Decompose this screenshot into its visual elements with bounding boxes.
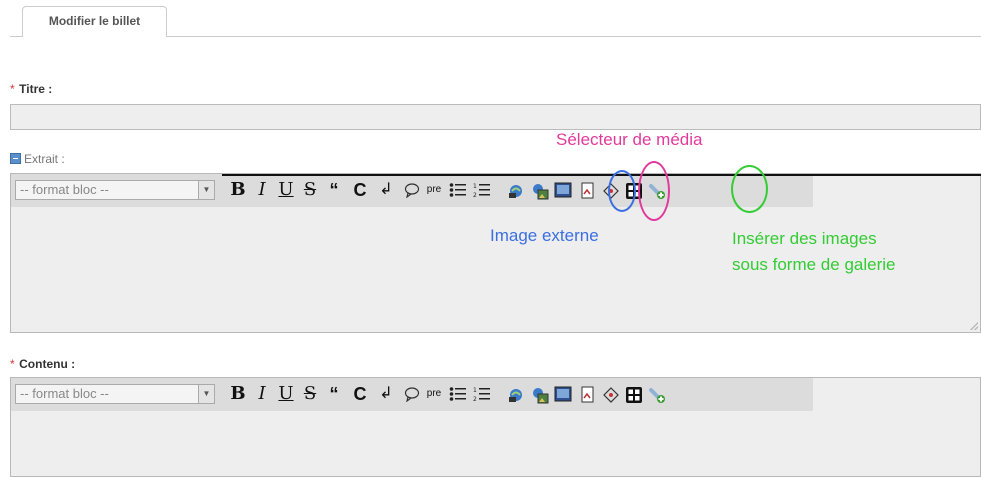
- pre-button[interactable]: pre: [423, 382, 445, 406]
- image-link-icon[interactable]: [577, 178, 599, 202]
- link-icon[interactable]: [505, 178, 527, 202]
- strike-button[interactable]: S: [299, 382, 321, 406]
- gallery-annotation-line2: sous forme de galerie: [732, 255, 896, 274]
- external-image-icon[interactable]: [529, 382, 551, 406]
- toolbar-border: [222, 174, 981, 176]
- bold-button[interactable]: B: [227, 382, 249, 406]
- svg-text:1: 1: [473, 183, 477, 190]
- attachment-icon[interactable]: [647, 382, 669, 406]
- image-link-icon[interactable]: [577, 382, 599, 406]
- title-label: Titre :: [19, 82, 53, 96]
- media-selector-icon[interactable]: [552, 382, 574, 406]
- content-label: Contenu :: [19, 357, 76, 371]
- external-image-icon[interactable]: [529, 178, 551, 202]
- pre-button[interactable]: pre: [423, 178, 445, 202]
- title-input[interactable]: [10, 104, 981, 130]
- gallery-annotation-line1: Insérer des images: [732, 229, 877, 248]
- title-label-row: * Titre :: [10, 80, 52, 98]
- media-selector-annotation: Sélecteur de média: [556, 130, 703, 149]
- content-editor[interactable]: -- format bloc -- ▼ B I U S “ C ↲ pre 12: [10, 377, 981, 477]
- underline-button[interactable]: U: [275, 382, 297, 406]
- italic-button[interactable]: I: [251, 178, 273, 202]
- underline-button[interactable]: U: [275, 178, 297, 202]
- quote-button[interactable]: “: [323, 178, 345, 202]
- content-label-row: * Contenu :: [10, 355, 75, 373]
- svg-text:2: 2: [473, 192, 477, 198]
- format-select-value: -- format bloc --: [20, 182, 109, 197]
- format-block-select[interactable]: -- format bloc -- ▼: [15, 384, 215, 404]
- external-image-highlight: [608, 170, 636, 212]
- bullet-list-icon[interactable]: [447, 382, 469, 406]
- code-button[interactable]: C: [349, 178, 371, 202]
- gallery-highlight: [731, 165, 768, 213]
- numbered-list-icon[interactable]: 12: [471, 178, 493, 202]
- content-toolbar: -- format bloc -- ▼ B I U S “ C ↲ pre 12: [11, 378, 813, 411]
- excerpt-editor[interactable]: -- format bloc -- ▼ B I U S “ C ↲ pre 12: [10, 173, 981, 333]
- svg-text:1: 1: [473, 387, 477, 394]
- comment-button[interactable]: [401, 382, 423, 406]
- tag-link-icon[interactable]: [600, 382, 622, 406]
- gallery-icon[interactable]: [623, 382, 645, 406]
- required-mark: *: [10, 82, 15, 96]
- linebreak-button[interactable]: ↲: [375, 382, 397, 406]
- bold-button[interactable]: B: [227, 178, 249, 202]
- media-selector-highlight: [638, 161, 670, 221]
- chevron-down-icon[interactable]: ▼: [198, 385, 214, 403]
- svg-text:2: 2: [473, 396, 477, 402]
- excerpt-toolbar: -- format bloc -- ▼ B I U S “ C ↲ pre 12: [11, 174, 981, 207]
- italic-button[interactable]: I: [251, 382, 273, 406]
- numbered-list-icon[interactable]: 12: [471, 382, 493, 406]
- bullet-list-icon[interactable]: [447, 178, 469, 202]
- collapse-icon[interactable]: [10, 153, 21, 164]
- strike-button[interactable]: S: [299, 178, 321, 202]
- resize-handle[interactable]: [970, 322, 978, 330]
- format-block-select[interactable]: -- format bloc -- ▼: [15, 180, 215, 200]
- format-select-value: -- format bloc --: [20, 386, 109, 401]
- required-mark: *: [10, 357, 15, 371]
- tab-edit-post[interactable]: Modifier le billet: [22, 6, 167, 37]
- link-icon[interactable]: [505, 382, 527, 406]
- quote-button[interactable]: “: [323, 382, 345, 406]
- chevron-down-icon[interactable]: ▼: [198, 181, 214, 199]
- external-image-annotation: Image externe: [490, 226, 599, 245]
- excerpt-label: Extrait :: [24, 152, 65, 166]
- comment-button[interactable]: [401, 178, 423, 202]
- excerpt-label-row[interactable]: Extrait :: [10, 152, 65, 166]
- media-selector-icon[interactable]: [552, 178, 574, 202]
- code-button[interactable]: C: [349, 382, 371, 406]
- linebreak-button[interactable]: ↲: [375, 178, 397, 202]
